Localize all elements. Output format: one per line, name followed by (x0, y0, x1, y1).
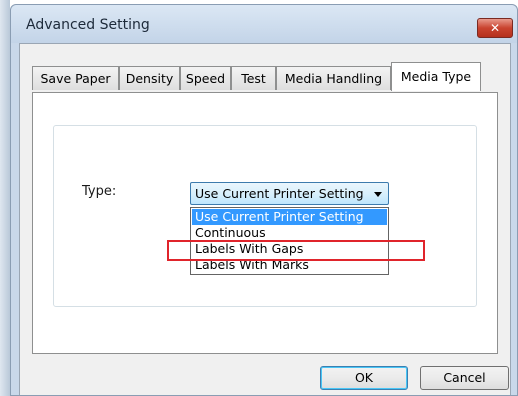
option-use-current-printer-setting[interactable]: Use Current Printer Setting (192, 209, 387, 225)
title-bar[interactable]: Advanced Setting ✕ (11, 5, 517, 43)
tab-media-type[interactable]: Media Type (391, 62, 481, 91)
chevron-down-icon[interactable] (374, 192, 382, 197)
close-button[interactable]: ✕ (477, 18, 513, 38)
ok-button[interactable]: OK (320, 366, 408, 390)
close-icon: ✕ (489, 21, 501, 35)
type-select[interactable]: Use Current Printer Setting (190, 182, 389, 205)
type-select-value: Use Current Printer Setting (195, 186, 364, 201)
option-continuous[interactable]: Continuous (192, 225, 387, 241)
tab-speed[interactable]: Speed (180, 66, 231, 90)
annotation-highlight-box (167, 240, 425, 261)
type-label: Type: (82, 184, 117, 199)
dialog-client-area: Save Paper Density Speed Test Media Hand… (19, 43, 511, 395)
tab-test[interactable]: Test (231, 66, 276, 90)
desktop-edge (0, 0, 10, 396)
window-title: Advanced Setting (26, 17, 150, 33)
advanced-setting-dialog: Advanced Setting ✕ Save Paper Density Sp… (10, 4, 518, 396)
cancel-button[interactable]: Cancel (420, 366, 509, 390)
tab-media-handling[interactable]: Media Handling (276, 66, 391, 90)
tab-density[interactable]: Density (119, 66, 180, 90)
tab-save-paper[interactable]: Save Paper (32, 66, 119, 90)
